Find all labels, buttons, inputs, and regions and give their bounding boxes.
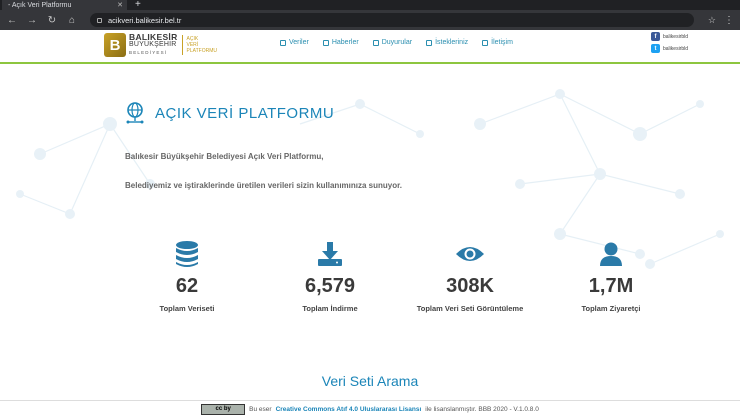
social-facebook[interactable]: f balikesirbld: [651, 32, 688, 41]
hero-section: AÇIK VERİ PLATFORMU Balıkesir Büyükşehir…: [0, 64, 740, 389]
stat-label: Toplam Veri Seti Görüntüleme: [416, 304, 524, 313]
download-icon: [318, 242, 342, 266]
main-nav: Veriler Haberler Duyurular İstekleriniz …: [280, 39, 513, 46]
nav-label: Haberler: [331, 39, 359, 46]
browser-toolbar: ← → ↻ ⌂ acikveri.balikesir.bel.tr ☆ ⋮: [0, 10, 740, 30]
request-icon: [426, 39, 433, 46]
nav-label: İletişim: [491, 39, 513, 46]
nav-item-duyurular[interactable]: Duyurular: [372, 39, 413, 46]
stat-label: Toplam İndirme: [302, 304, 358, 313]
bookmark-star-icon[interactable]: ☆: [708, 15, 716, 26]
social-label: balikesirbld: [663, 45, 689, 52]
stat-views: 308K Toplam Veri Seti Görüntüleme: [400, 239, 540, 313]
logo-b-icon: B: [104, 33, 126, 57]
site-logo[interactable]: B BALIKESİR BÜYÜKŞEHİR BELEDİYESİ AÇIK V…: [104, 33, 217, 57]
forward-icon[interactable]: →: [26, 15, 38, 26]
dataset-search-title: Veri Seti Arama: [321, 373, 419, 389]
contact-icon: [482, 39, 489, 46]
logo-line3: BELEDİYESİ: [129, 50, 168, 55]
footer-text-before: Bu eser: [249, 405, 272, 413]
eye-icon: [456, 247, 484, 261]
nav-label: Duyurular: [381, 39, 413, 46]
stat-datasets: 62 Toplam Veriseti: [117, 239, 257, 313]
browser-tab[interactable]: - Açık Veri Platformu ✕: [2, 0, 127, 10]
intro-text-2: Belediyemiz ve iştiraklerinde üretilen v…: [125, 181, 402, 190]
new-tab-icon[interactable]: +: [135, 0, 141, 10]
nav-item-iletisim[interactable]: İletişim: [482, 39, 513, 46]
stat-label: Toplam Ziyaretçi: [581, 304, 641, 313]
browser-tab-strip: - Açık Veri Platformu ✕ +: [0, 0, 740, 10]
page-title: AÇIK VERİ PLATFORMU: [155, 104, 335, 122]
stat-value: 308K: [446, 275, 494, 297]
stat-visitors: 1,7M Toplam Ziyaretçi: [541, 239, 681, 313]
logo-sub3: PLATFORMU: [186, 48, 217, 54]
logo-divider: [181, 35, 183, 55]
home-icon[interactable]: ⌂: [66, 15, 78, 26]
logo-line2: BÜYÜKŞEHİR: [129, 41, 177, 48]
social-label: balikesirbld: [663, 33, 689, 40]
lock-icon[interactable]: [97, 17, 102, 23]
twitter-icon: t: [651, 44, 660, 53]
logo-subtitle: AÇIK VERİ PLATFORMU: [187, 36, 217, 54]
database-icon: [176, 241, 198, 267]
logo-line1: BALIKESİR: [129, 32, 178, 42]
nav-label: İstekleriniz: [435, 39, 469, 46]
nav-item-haberler[interactable]: Haberler: [322, 39, 359, 46]
nav-item-istekleriniz[interactable]: İstekleriniz: [426, 39, 468, 46]
stat-value: 1,7M: [588, 275, 634, 297]
footer-text-after: ile lisanslanmıştır. BBB 2020 - V.1.0.8.…: [425, 405, 539, 413]
tab-title: - Açık Veri Platformu: [8, 1, 72, 9]
reload-icon[interactable]: ↻: [46, 15, 58, 26]
announcement-icon: [372, 39, 379, 46]
page-title-row: AÇIK VERİ PLATFORMU: [125, 102, 334, 124]
logo-wordmark: BALIKESİR BÜYÜKŞEHİR BELEDİYESİ: [129, 33, 178, 57]
globe-network-icon: [126, 102, 144, 124]
stat-value: 6,579: [304, 275, 356, 297]
license-footer: cc by Bu eser Creative Commons Atıf 4.0 …: [0, 400, 740, 417]
stat-label: Toplam Veriseti: [159, 304, 215, 313]
browser-menu-icon[interactable]: ⋮: [724, 15, 734, 26]
social-twitter[interactable]: t balikesirbld: [651, 44, 688, 53]
license-link[interactable]: Creative Commons Atıf 4.0 Uluslararası L…: [276, 406, 422, 413]
address-bar[interactable]: acikveri.balikesir.bel.tr: [90, 13, 694, 27]
facebook-icon: f: [651, 32, 660, 41]
cc-by-badge[interactable]: cc by: [201, 403, 246, 415]
stat-value: 62: [175, 275, 199, 297]
intro-text-1: Balıkesir Büyükşehir Belediyesi Açık Ver…: [125, 152, 324, 161]
back-icon[interactable]: ←: [6, 15, 18, 26]
nav-item-veriler[interactable]: Veriler: [280, 39, 309, 46]
user-icon: [600, 242, 622, 266]
data-icon: [280, 39, 286, 46]
social-links: f balikesirbld t balikesirbld: [651, 32, 688, 56]
network-background: [16, 89, 724, 269]
site-header: B BALIKESİR BÜYÜKŞEHİR BELEDİYESİ AÇIK V…: [0, 30, 740, 64]
close-tab-icon[interactable]: ✕: [117, 1, 123, 9]
url-text: acikveri.balikesir.bel.tr: [108, 15, 182, 25]
stat-downloads: 6,579 Toplam İndirme: [260, 239, 400, 313]
nav-label: Veriler: [289, 39, 309, 46]
news-icon: [322, 39, 329, 46]
